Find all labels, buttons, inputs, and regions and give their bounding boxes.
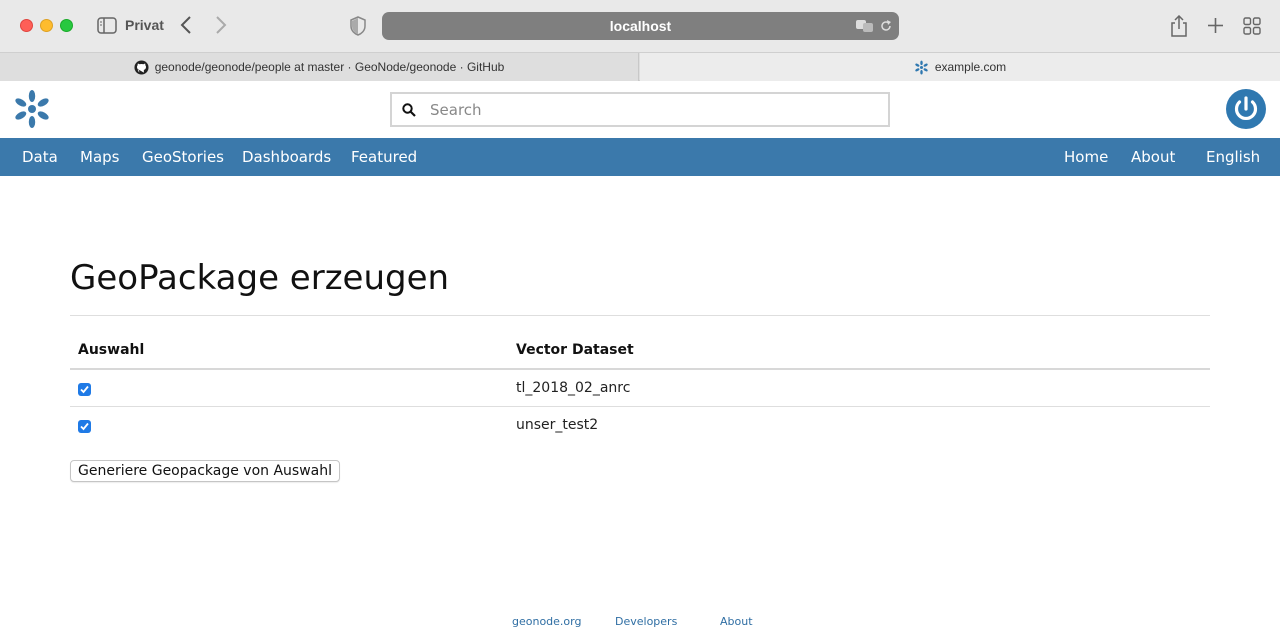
share-icon[interactable] bbox=[1170, 15, 1188, 37]
site-header bbox=[0, 81, 1280, 138]
main-navbar: Data Maps GeoStories Dashboards Featured… bbox=[0, 138, 1280, 176]
geonode-icon bbox=[915, 60, 928, 74]
page-title: GeoPackage erzeugen bbox=[70, 258, 450, 298]
sidebar-toggle-icon[interactable] bbox=[97, 17, 117, 34]
dataset-name: tl_2018_02_anrc bbox=[516, 380, 631, 396]
power-icon bbox=[1228, 91, 1264, 127]
browser-tab-bar: geonode/geonode/people at master · GeoNo… bbox=[0, 52, 1280, 81]
new-tab-icon[interactable] bbox=[1207, 17, 1224, 34]
address-bar-url: localhost bbox=[609, 18, 672, 34]
login-button[interactable] bbox=[1226, 89, 1266, 129]
github-icon bbox=[134, 59, 149, 75]
privacy-shield-icon[interactable] bbox=[349, 16, 367, 36]
nav-geostories[interactable]: GeoStories bbox=[142, 148, 224, 166]
column-header-selection: Auswahl bbox=[78, 342, 145, 358]
tab-title: geonode/geonode/people at master · GeoNo… bbox=[154, 60, 505, 74]
nav-home[interactable]: Home bbox=[1064, 148, 1108, 166]
table-header-divider bbox=[70, 368, 1210, 370]
translate-icon[interactable] bbox=[856, 19, 874, 33]
footer-link-geonode[interactable]: geonode.org bbox=[512, 615, 581, 628]
search-input[interactable] bbox=[430, 99, 870, 121]
reload-icon[interactable] bbox=[880, 20, 892, 32]
nav-dashboards[interactable]: Dashboards bbox=[242, 148, 331, 166]
dataset-checkbox[interactable] bbox=[78, 383, 91, 396]
generate-geopackage-button[interactable]: Generiere Geopackage von Auswahl bbox=[70, 460, 341, 482]
nav-language[interactable]: English bbox=[1206, 148, 1260, 166]
browser-titlebar: Privat localhost bbox=[0, 0, 1280, 52]
dataset-name: unser_test2 bbox=[516, 417, 599, 433]
table-row-divider bbox=[70, 406, 1210, 407]
browser-tab-example[interactable]: example.com bbox=[640, 53, 1280, 81]
close-window-button[interactable] bbox=[20, 19, 33, 32]
back-arrow-icon[interactable] bbox=[176, 14, 196, 36]
browser-tab-github[interactable]: geonode/geonode/people at master · GeoNo… bbox=[0, 53, 639, 81]
column-header-dataset: Vector Dataset bbox=[516, 342, 634, 358]
search-box bbox=[390, 92, 890, 127]
tab-title: example.com bbox=[934, 60, 1007, 74]
zoom-window-button[interactable] bbox=[60, 19, 73, 32]
footer-link-developers[interactable]: Developers bbox=[615, 615, 677, 628]
nav-data[interactable]: Data bbox=[22, 148, 58, 166]
nav-featured[interactable]: Featured bbox=[351, 148, 417, 166]
tab-overview-icon[interactable] bbox=[1243, 17, 1261, 35]
title-divider bbox=[70, 315, 1210, 316]
address-bar[interactable]: localhost bbox=[382, 12, 899, 40]
geonode-logo-icon[interactable] bbox=[12, 89, 52, 129]
dataset-checkbox[interactable] bbox=[78, 420, 91, 433]
minimize-window-button[interactable] bbox=[40, 19, 53, 32]
nav-about[interactable]: About bbox=[1131, 148, 1175, 166]
private-browsing-label: Privat bbox=[125, 17, 164, 33]
forward-arrow-icon[interactable] bbox=[211, 14, 231, 36]
search-icon bbox=[402, 103, 416, 117]
checkmark-icon bbox=[80, 422, 89, 431]
footer-link-about[interactable]: About bbox=[720, 615, 753, 628]
nav-maps[interactable]: Maps bbox=[80, 148, 119, 166]
checkmark-icon bbox=[80, 385, 89, 394]
